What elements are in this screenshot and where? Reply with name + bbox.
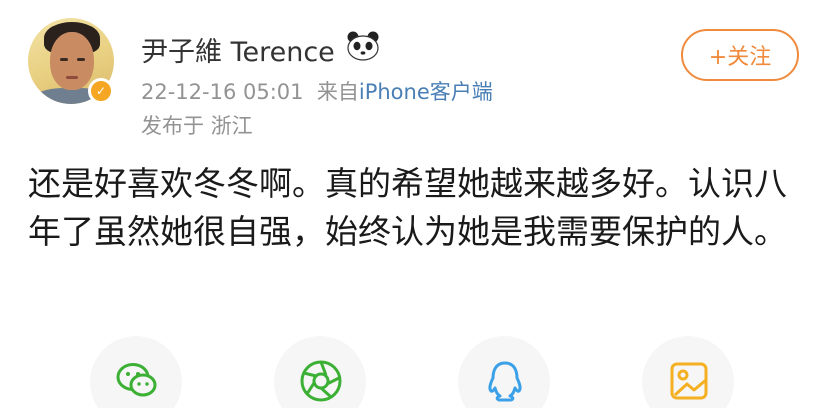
wechat-icon: [116, 363, 157, 397]
qzone-icon: [670, 362, 708, 400]
source-prefix: 来自: [316, 80, 359, 104]
share-qzone-button[interactable]: [642, 336, 734, 408]
post-datetime: 22-12-16 05:01: [141, 80, 304, 104]
moments-icon: [300, 360, 342, 402]
verified-badge-icon: ✓: [88, 78, 114, 104]
qq-icon: [488, 361, 522, 402]
share-wechat-button[interactable]: [90, 336, 182, 408]
post-source[interactable]: iPhone客户端: [359, 80, 493, 104]
share-qq-button[interactable]: [458, 336, 550, 408]
share-moments-button[interactable]: [274, 336, 366, 408]
post-location: 发布于 浙江: [141, 114, 253, 138]
panda-emoji-icon: [347, 31, 379, 61]
post-text: 还是好喜欢冬冬啊。真的希望她越来越多好。认识八年了虽然她很自强，始终认为她是我需…: [28, 164, 787, 251]
username[interactable]: 尹子維 Terence: [141, 30, 335, 69]
follow-button[interactable]: +关注: [681, 29, 799, 81]
post-meta: 22-12-16 05:01 来自iPhone客户端: [141, 76, 493, 106]
